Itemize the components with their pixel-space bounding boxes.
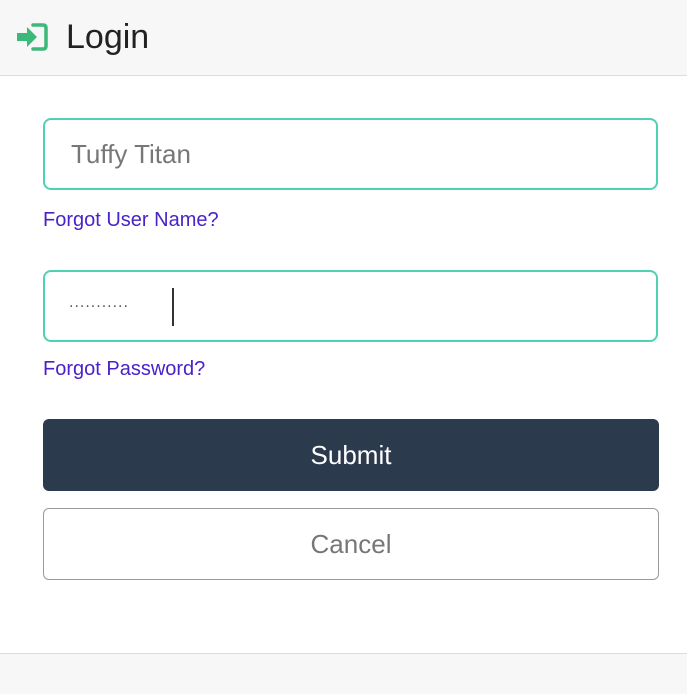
password-masked-value: ··········· bbox=[69, 299, 129, 315]
login-arrow-icon bbox=[17, 23, 48, 51]
footer-bar bbox=[0, 653, 687, 694]
username-value: Tuffy Titan bbox=[71, 139, 191, 169]
submit-button[interactable]: Submit bbox=[43, 419, 659, 491]
cancel-button[interactable]: Cancel bbox=[43, 508, 659, 580]
forgot-password-link[interactable]: Forgot Password? bbox=[43, 356, 205, 382]
forgot-username-link[interactable]: Forgot User Name? bbox=[43, 207, 219, 233]
password-field[interactable]: ··········· bbox=[43, 270, 658, 342]
text-caret bbox=[172, 288, 174, 326]
page-title: Login bbox=[66, 18, 150, 56]
login-header: Login bbox=[0, 0, 687, 76]
username-field[interactable]: Tuffy Titan bbox=[43, 118, 658, 190]
